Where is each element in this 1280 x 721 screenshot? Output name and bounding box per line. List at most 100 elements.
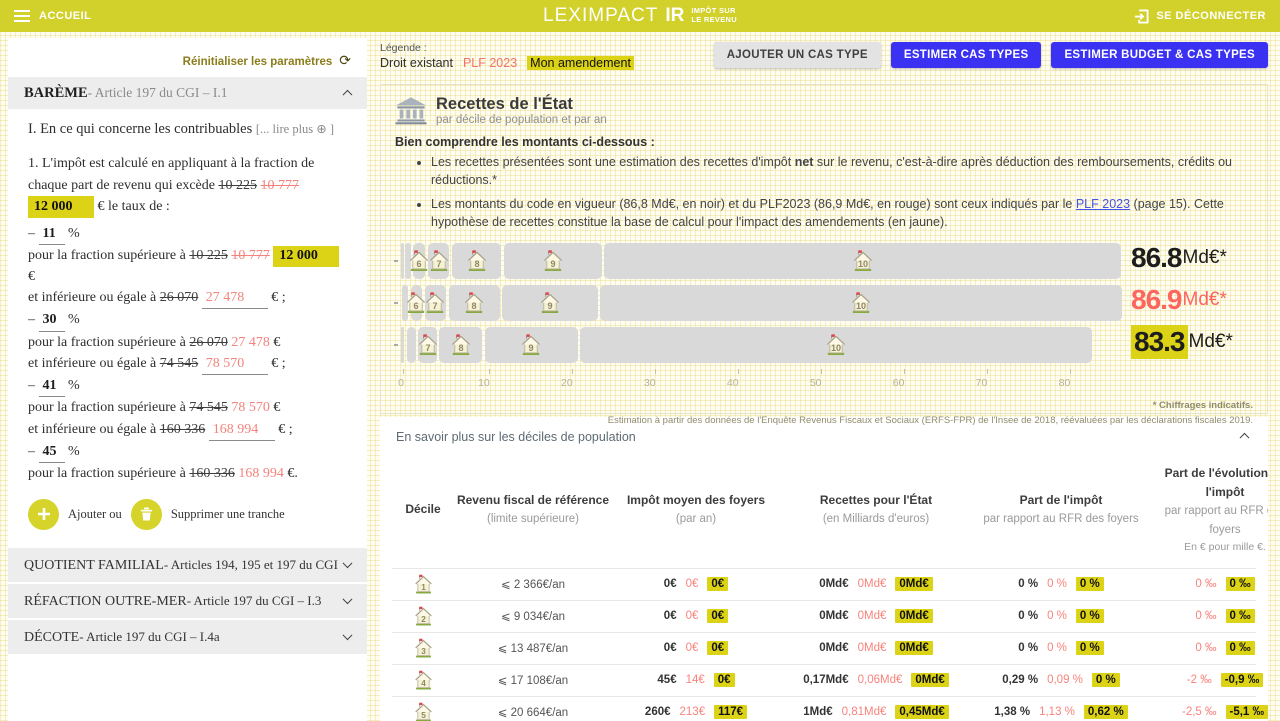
- old-threshold: 160 336: [160, 422, 206, 437]
- rate-input[interactable]: 11: [39, 224, 65, 245]
- plf-threshold: 10 777: [260, 178, 299, 193]
- rate-input[interactable]: 41: [39, 376, 65, 397]
- svg-text:8: 8: [474, 260, 479, 270]
- sidebar-section-3[interactable]: DÉCOTE- Article 197 du CGI – I.4a: [8, 620, 367, 656]
- chevron-down-icon: [343, 630, 353, 640]
- toolbar: AJOUTER UN CAS TYPE ESTIMER CAS TYPES ES…: [714, 42, 1268, 68]
- card-subtitle: par décile de population et par an: [436, 114, 607, 126]
- bracket-sup-line: pour la fraction supérieure à 10 225 10 …: [28, 246, 347, 287]
- chevron-up-icon: [343, 90, 353, 100]
- bar-segment: 7: [418, 327, 436, 363]
- part-cell: 0 %0 %0 %: [972, 609, 1150, 623]
- decile-house-icon: 9: [541, 250, 564, 272]
- article-paragraph: 1. L'impôt est calculé en appliquant à l…: [28, 153, 347, 218]
- impot-cell: 0€0€0€: [612, 577, 780, 591]
- chart-total-unit: Md€*: [1183, 247, 1227, 269]
- part-cell: 0 %0 %0 %: [972, 641, 1150, 655]
- amendment-threshold-input[interactable]: 12 000: [28, 196, 94, 218]
- recettes-chart: 6 7 8 9 10 6: [395, 243, 1253, 395]
- logout-label: SE DÉCONNECTER: [1156, 10, 1266, 22]
- chart-total-value: 83.3: [1131, 325, 1188, 359]
- chart-legend: Légende : Droit existant PLF 2023 Mon am…: [380, 42, 634, 70]
- estimate-cases-button[interactable]: ESTIMER CAS TYPES: [891, 42, 1042, 68]
- svg-text:10: 10: [857, 260, 867, 270]
- axis-tick: 20: [567, 369, 579, 389]
- bar-segment: 8: [452, 243, 501, 279]
- reset-parameters-button[interactable]: Réinitialiser les paramètres⟳: [8, 38, 367, 77]
- estimate-budget-button[interactable]: ESTIMER BUDGET & CAS TYPES: [1051, 42, 1268, 68]
- chart-total-plf: 86.9Md€*: [1131, 279, 1253, 321]
- chevron-down-icon: [343, 594, 353, 604]
- bracket-actions: Ajouter ou Supprimer une tranche: [28, 499, 347, 530]
- svg-text:8: 8: [458, 344, 463, 354]
- bar-segment: 9: [504, 243, 602, 279]
- recettes-cell: 0Md€0Md€0Md€: [780, 641, 972, 655]
- menu-button[interactable]: ACCUEIL: [14, 7, 91, 25]
- bar-segment: [407, 327, 416, 363]
- table-row-decile-2: 2 ⩽ 9 034€/an0€0€0€0Md€0Md€0Md€0 %0 %0 %…: [392, 600, 1256, 632]
- part-cell: 0 %0 %0 %: [972, 577, 1150, 591]
- decile-house-icon: 8: [449, 334, 472, 356]
- impot-cell: 0€0€0€: [612, 641, 780, 655]
- header-recettes: Recettes pour l'État(en Milliards d'euro…: [780, 491, 972, 529]
- plf-threshold-input[interactable]: 27 478: [202, 288, 268, 309]
- bracket-sup-line: pour la fraction supérieure à 160 336 16…: [28, 464, 347, 484]
- svg-text:1: 1: [421, 583, 426, 592]
- decile-house-icon: 8: [465, 250, 488, 272]
- old-threshold: 10 225: [218, 178, 257, 193]
- decile-house-icon: 10: [849, 292, 872, 314]
- bareme-title: BARÈME: [24, 85, 88, 101]
- rate-input[interactable]: 30: [39, 310, 65, 331]
- sidebar-section-1[interactable]: QUOTIENT FAMILIAL- Articles 194, 195 et …: [8, 548, 367, 584]
- plf-2023-link[interactable]: PLF 2023: [1076, 197, 1130, 211]
- axis-tick: 60: [899, 369, 911, 389]
- axis-tick: 30: [650, 369, 662, 389]
- recettes-cell: 1Md€0,81Md€0,45Md€: [780, 705, 972, 719]
- decile-cell: 1: [392, 574, 454, 594]
- logo-ir-text: IR: [665, 5, 684, 27]
- plus-icon: [37, 507, 51, 521]
- decile-house-icon: 10: [851, 250, 874, 272]
- svg-text:4: 4: [421, 679, 426, 688]
- chart-total-noir: 86.8Md€*: [1131, 237, 1253, 279]
- sidebar-section-2[interactable]: RÉFACTION OUTRE-MER- Article 197 du CGI …: [8, 584, 367, 620]
- decile-cell: 4: [392, 670, 454, 690]
- plf-threshold-input[interactable]: 168 994: [209, 420, 275, 441]
- menu-label: ACCUEIL: [39, 10, 91, 22]
- bareme-section-header[interactable]: BARÈME- Article 197 du CGI – I.1: [8, 77, 367, 109]
- add-case-button[interactable]: AJOUTER UN CAS TYPE: [714, 42, 881, 68]
- remove-bracket-button[interactable]: [131, 499, 162, 530]
- plf-threshold: 78 570: [231, 400, 270, 415]
- table-row-decile-1: 1 ⩽ 2 366€/an0€0€0€0Md€0Md€0Md€0 %0 %0 %…: [392, 568, 1256, 600]
- bar-segment: 10: [604, 243, 1121, 279]
- decile-house-icon: 3: [413, 638, 434, 658]
- rfr-cell: ⩽ 13 487€/an: [454, 641, 612, 655]
- bar-segment: 9: [502, 285, 597, 321]
- svg-text:2: 2: [421, 615, 426, 624]
- impot-cell: 45€14€0€: [612, 673, 780, 687]
- amendment-threshold-input[interactable]: 12 000: [273, 246, 339, 266]
- recettes-card: Recettes de l'État par décile de populat…: [380, 84, 1268, 414]
- deciles-expander[interactable]: En savoir plus sur les déciles de popula…: [380, 417, 1268, 454]
- plf-threshold-input[interactable]: 78 570: [202, 354, 268, 375]
- bar-segment: 9: [485, 327, 578, 363]
- decile-house-icon: 10: [824, 334, 847, 356]
- bracket-rate-line: – 30 %: [28, 310, 347, 331]
- axis-tick: 40: [733, 369, 745, 389]
- header-rfr: Revenu fiscal de référence(limite supéri…: [454, 491, 612, 529]
- decile-house-icon: 9: [538, 292, 561, 314]
- evolution-cell: 0 ‰0 ‰: [1150, 577, 1268, 591]
- bracket-rate-line: – 11 %: [28, 224, 347, 245]
- bar-segment: 7: [425, 285, 447, 321]
- bar-segment: 8: [449, 285, 500, 321]
- decile-house-icon: 1: [413, 574, 434, 594]
- logout-button[interactable]: SE DÉCONNECTER: [1134, 9, 1266, 24]
- bracket-rate-line: – 45 %: [28, 442, 347, 463]
- decile-house-icon: 8: [463, 292, 486, 314]
- read-more-link[interactable]: [... lire plus ⊕ ]: [256, 122, 334, 136]
- rfr-cell: ⩽ 9 034€/an: [454, 609, 612, 623]
- add-bracket-label: Ajouter ou: [68, 507, 122, 522]
- old-threshold: 74 545: [160, 356, 199, 371]
- add-bracket-button[interactable]: [28, 499, 59, 530]
- rate-input[interactable]: 45: [39, 442, 65, 463]
